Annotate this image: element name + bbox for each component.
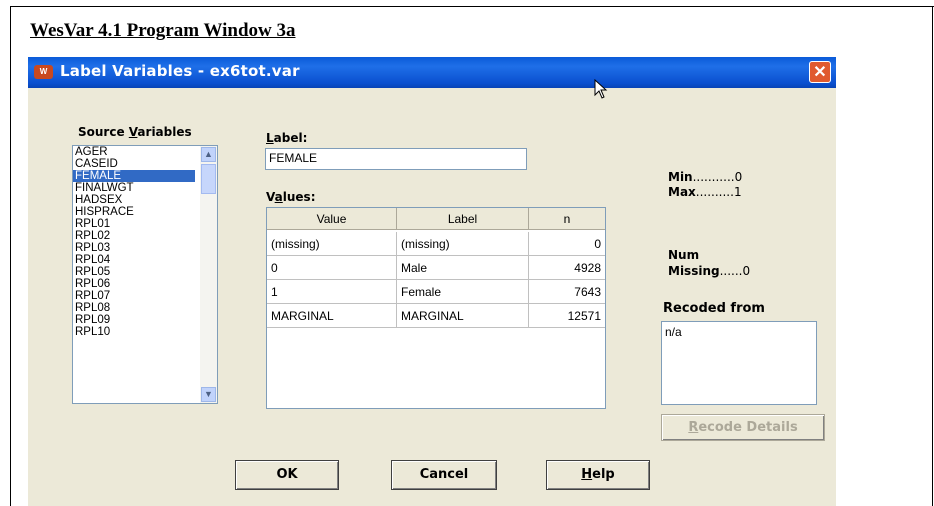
list-item[interactable]: CASEID	[73, 158, 195, 170]
scroll-up-icon[interactable]: ▲	[201, 147, 216, 162]
n-cell: 0	[594, 237, 601, 251]
value-cell: (missing)	[267, 232, 397, 256]
recoded-from-box[interactable]: n/a	[661, 321, 817, 405]
document-heading: WesVar 4.1 Program Window 3a	[30, 20, 296, 41]
table-row[interactable]: (missing) (missing) 0	[267, 232, 605, 256]
list-item[interactable]: FEMALE	[73, 170, 195, 182]
label-input[interactable]: FEMALE	[265, 148, 527, 170]
values-table-header: Value Label n	[267, 208, 605, 232]
label-field-label: Label:	[266, 131, 308, 145]
cancel-button[interactable]: Cancel	[391, 460, 497, 490]
num-label: Num	[668, 248, 700, 262]
variable-items: AGER CASEID FEMALE FINALWGT HADSEX HISPRACE RP…	[73, 146, 217, 338]
ok-button[interactable]: OK	[235, 460, 339, 490]
title-bar[interactable]: W Label Variables - ex6tot.var ✕	[28, 57, 836, 88]
table-row[interactable]: 1 Female 7643	[267, 280, 605, 304]
recode-details-button[interactable]: Recode Details	[661, 414, 825, 441]
scroll-down-icon[interactable]: ▼	[201, 387, 216, 402]
table-row[interactable]: 0 Male 4928	[267, 256, 605, 280]
list-item[interactable]: RPL05	[73, 266, 195, 278]
n-cell: 12571	[567, 309, 601, 323]
list-item[interactable]: AGER	[73, 146, 195, 158]
value-cell: 1	[267, 280, 397, 304]
table-row[interactable]: MARGINAL MARGINAL 12571	[267, 304, 605, 328]
list-item[interactable]: RPL03	[73, 242, 195, 254]
page-frame-left	[10, 6, 11, 506]
max-stat: Max..........1	[668, 185, 742, 199]
list-item[interactable]: RPL09	[73, 314, 195, 326]
recoded-from-label: Recoded from	[663, 301, 765, 316]
values-table[interactable]: Value Label n (missing) (missing) 0 0 Ma…	[266, 207, 606, 409]
list-item[interactable]: RPL04	[73, 254, 195, 266]
mouse-cursor-icon	[594, 79, 608, 99]
label-cell: MARGINAL	[397, 304, 529, 328]
list-item[interactable]: RPL02	[73, 230, 195, 242]
list-item[interactable]: HADSEX	[73, 194, 195, 206]
missing-stat: Missing......0	[668, 264, 751, 278]
value-cell: MARGINAL	[267, 304, 397, 328]
min-stat: Min...........0	[668, 170, 743, 184]
vertical-scrollbar[interactable]: ▲ ▼	[200, 146, 217, 403]
label-cell: Female	[397, 280, 529, 304]
page-frame-top	[10, 6, 934, 7]
column-header-label[interactable]: Label	[397, 208, 529, 230]
source-variables-list[interactable]: AGER CASEID FEMALE FINALWGT HADSEX HISPRACE RP…	[72, 145, 218, 404]
list-item[interactable]: RPL06	[73, 278, 195, 290]
window-title: Label Variables - ex6tot.var	[60, 62, 300, 80]
wesvar-app-icon: W	[34, 65, 53, 79]
label-cell: (missing)	[397, 232, 529, 256]
column-header-n[interactable]: n	[529, 208, 605, 230]
n-cell: 4928	[574, 261, 601, 275]
close-button[interactable]: ✕	[809, 61, 831, 83]
page-frame-right	[932, 6, 933, 506]
list-item[interactable]: HISPRACE	[73, 206, 195, 218]
values-label: Values:	[266, 190, 316, 204]
list-item[interactable]: RPL10	[73, 326, 195, 338]
list-item[interactable]: FINALWGT	[73, 182, 195, 194]
list-item[interactable]: RPL08	[73, 302, 195, 314]
label-variables-dialog: W Label Variables - ex6tot.var ✕ Source …	[28, 57, 836, 506]
help-button[interactable]: Help	[546, 460, 650, 490]
column-header-value[interactable]: Value	[267, 208, 397, 230]
list-item[interactable]: RPL01	[73, 218, 195, 230]
list-item[interactable]: RPL07	[73, 290, 195, 302]
label-cell: Male	[397, 256, 529, 280]
source-variables-label: Source Variables	[78, 125, 192, 139]
n-cell: 7643	[574, 285, 601, 299]
value-cell: 0	[267, 256, 397, 280]
scroll-thumb[interactable]	[201, 164, 216, 194]
